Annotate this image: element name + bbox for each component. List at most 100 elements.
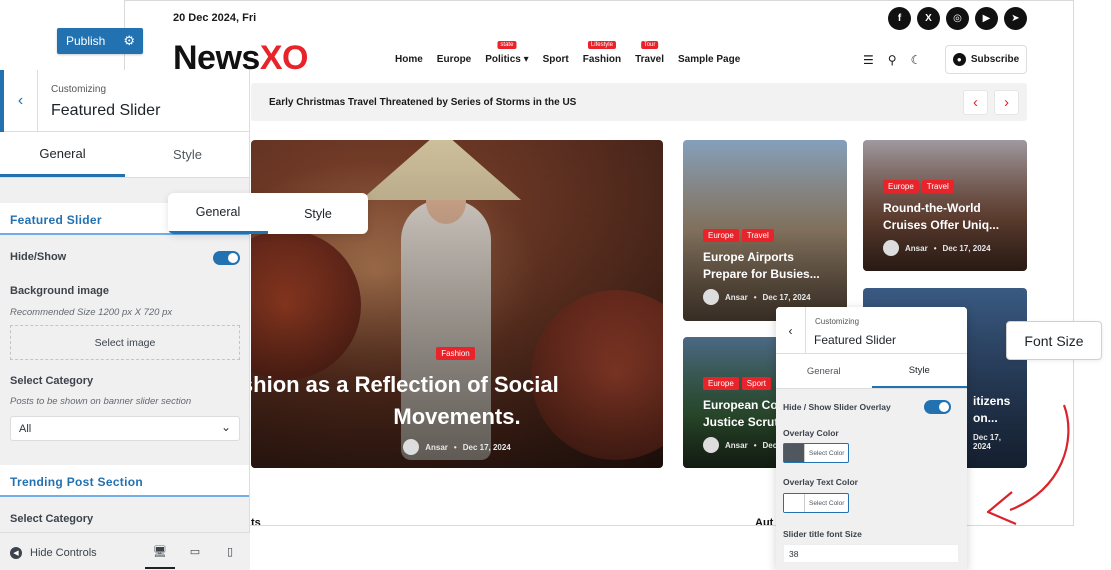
hero-title[interactable]: Fashion as a Reflection of Social Moveme… (251, 369, 663, 433)
overlay-text-color-picker[interactable]: Select Color (783, 493, 850, 513)
tab-style[interactable]: Style (268, 193, 368, 234)
chevron-left-icon: ‹ (788, 323, 793, 338)
category-select-value: All (19, 423, 32, 435)
news-ticker: Early Christmas Travel Threatened by Ser… (251, 83, 1027, 121)
post-date: Dec 17, 2024 (762, 292, 811, 302)
category-tag[interactable]: Travel (921, 180, 954, 193)
panel-breadcrumb: Customizing (51, 84, 107, 95)
hide-show-label: Hide/Show (10, 251, 67, 263)
style-panel: ‹ Customizing Featured Slider General St… (776, 307, 967, 570)
ticker-headline[interactable]: Early Christmas Travel Threatened by Ser… (269, 97, 576, 108)
select-color-label: Select Color (804, 494, 848, 512)
back-button[interactable]: ‹ (0, 70, 38, 132)
category-select[interactable]: All ⌄ (10, 416, 240, 441)
publish-label: Publish (66, 34, 106, 48)
card-title-line: Cruises Offer Uniq... (883, 218, 1000, 232)
telegram-icon[interactable]: ➤ (1004, 7, 1027, 30)
author[interactable]: Ansar (725, 293, 748, 302)
tablet-preview-icon[interactable]: ▭ (188, 545, 202, 558)
search-icon[interactable]: ⚲ (888, 53, 897, 67)
overlay-color-picker[interactable]: Select Color (783, 443, 850, 463)
hero-slide[interactable]: Fashion Fashion as a Reflection of Socia… (251, 140, 663, 468)
card-title-line: Prepare for Busies... (703, 267, 820, 281)
panel-header: ‹ Customizing Featured Slider (0, 70, 249, 132)
panel-tabs: General Style (0, 132, 249, 178)
menu-icon[interactable]: ☰ (863, 53, 874, 67)
section-trending-post[interactable]: Trending Post Section (0, 465, 249, 497)
card-title-line: Europe Airports (703, 250, 794, 264)
category-tag[interactable]: Europe (703, 377, 739, 390)
subscribe-button[interactable]: ● Subscribe (945, 45, 1027, 74)
nav-home[interactable]: Home (395, 54, 423, 65)
floating-tabs: General Style (168, 193, 368, 234)
chevron-down-icon: ⌄ (220, 420, 231, 434)
card-meta: Ansar • Dec 17, 2024 (703, 289, 835, 305)
nav-fashion[interactable]: Lifestyle Fashion (583, 41, 621, 65)
meta-dot: • (753, 440, 757, 450)
ticker-prev-button[interactable]: ‹ (963, 90, 988, 115)
section-heading: ts (251, 517, 261, 526)
panel-tabs: General Style (776, 354, 967, 389)
overlay-text-color-label: Overlay Text Color (783, 477, 858, 487)
font-size-callout: Font Size (1006, 321, 1102, 360)
social-links: f X ◎ ▶ ➤ (888, 7, 1027, 30)
nav-badge: Lifestyle (587, 41, 616, 49)
category-tag[interactable]: Fashion (436, 347, 475, 360)
color-swatch (784, 444, 804, 462)
panel-title: Featured Slider (814, 333, 897, 347)
slider-card[interactable]: Europe Travel Europe Airports Prepare for … (683, 140, 847, 321)
main-nav: Home Europe state Politics ▾ Sport Lifest… (395, 41, 740, 65)
back-button[interactable]: ‹ (776, 307, 806, 354)
nav-sample-page[interactable]: Sample Page (678, 54, 740, 65)
chevron-left-icon: ‹ (17, 92, 24, 109)
trending-category-label: Select Category (10, 513, 94, 525)
facebook-icon[interactable]: f (888, 7, 911, 30)
background-image-label: Background image (10, 285, 110, 297)
overlay-toggle[interactable] (924, 400, 951, 414)
tab-style[interactable]: Style (871, 354, 967, 388)
ticker-next-button[interactable]: › (994, 90, 1019, 115)
tab-general[interactable]: General (776, 354, 872, 388)
youtube-icon[interactable]: ▶ (975, 7, 998, 30)
dark-mode-icon[interactable]: ☾ (911, 53, 922, 67)
card-body: Europe Travel Round-the-World Cruises Offe… (883, 176, 1015, 256)
publish-button[interactable]: Publish ⚙ (57, 28, 143, 54)
font-size-label: Slider title font Size (783, 529, 862, 539)
customizer-panel: ‹ Customizing Featured Slider General St… (0, 70, 250, 570)
author[interactable]: Ansar (425, 443, 448, 452)
mobile-preview-icon[interactable]: ▯ (223, 545, 237, 558)
card-title-line: Round-the-World (883, 201, 981, 215)
nav-travel[interactable]: Tour Travel (635, 41, 664, 65)
hide-controls-button[interactable]: ◀ Hide Controls (10, 547, 97, 559)
select-category-label: Select Category (10, 375, 94, 387)
overlay-color-label: Overlay Color (783, 428, 839, 438)
nav-badge: Tour (640, 41, 659, 49)
background-image-hint: Recommended Size 1200 px X 720 px (10, 307, 173, 318)
card-meta: Ansar • Dec 17, 2024 (883, 240, 1015, 256)
category-tag[interactable]: Europe (703, 229, 739, 242)
tab-general[interactable]: General (0, 132, 125, 177)
tab-general[interactable]: General (168, 193, 268, 234)
author[interactable]: Ansar (725, 441, 748, 450)
hero-title-line: Fashion as a Reflection of Social (251, 372, 559, 397)
select-color-label: Select Color (804, 444, 848, 462)
font-size-input[interactable]: 38 (783, 544, 959, 563)
hide-show-toggle[interactable] (213, 251, 240, 265)
gear-icon[interactable]: ⚙ (123, 33, 135, 49)
x-twitter-icon[interactable]: X (917, 7, 940, 30)
desktop-preview-icon[interactable]: 🖥 (145, 545, 175, 569)
nav-politics[interactable]: state Politics ▾ (485, 41, 529, 65)
select-image-button[interactable]: Select image (10, 325, 240, 360)
card-title[interactable]: Round-the-World Cruises Offer Uniq... (883, 200, 1015, 234)
nav-europe[interactable]: Europe (437, 54, 471, 65)
category-tag[interactable]: Travel (741, 229, 774, 242)
slider-card[interactable]: Europe Travel Round-the-World Cruises Offe… (863, 140, 1027, 271)
author[interactable]: Ansar (905, 244, 928, 253)
nav-sport[interactable]: Sport (543, 54, 569, 65)
instagram-icon[interactable]: ◎ (946, 7, 969, 30)
card-body: Europe Travel Europe Airports Prepare for … (703, 225, 835, 305)
card-title[interactable]: Europe Airports Prepare for Busies... (703, 249, 835, 283)
tab-style[interactable]: Style (125, 132, 249, 177)
category-tag[interactable]: Sport (741, 377, 771, 390)
category-tag[interactable]: Europe (883, 180, 919, 193)
